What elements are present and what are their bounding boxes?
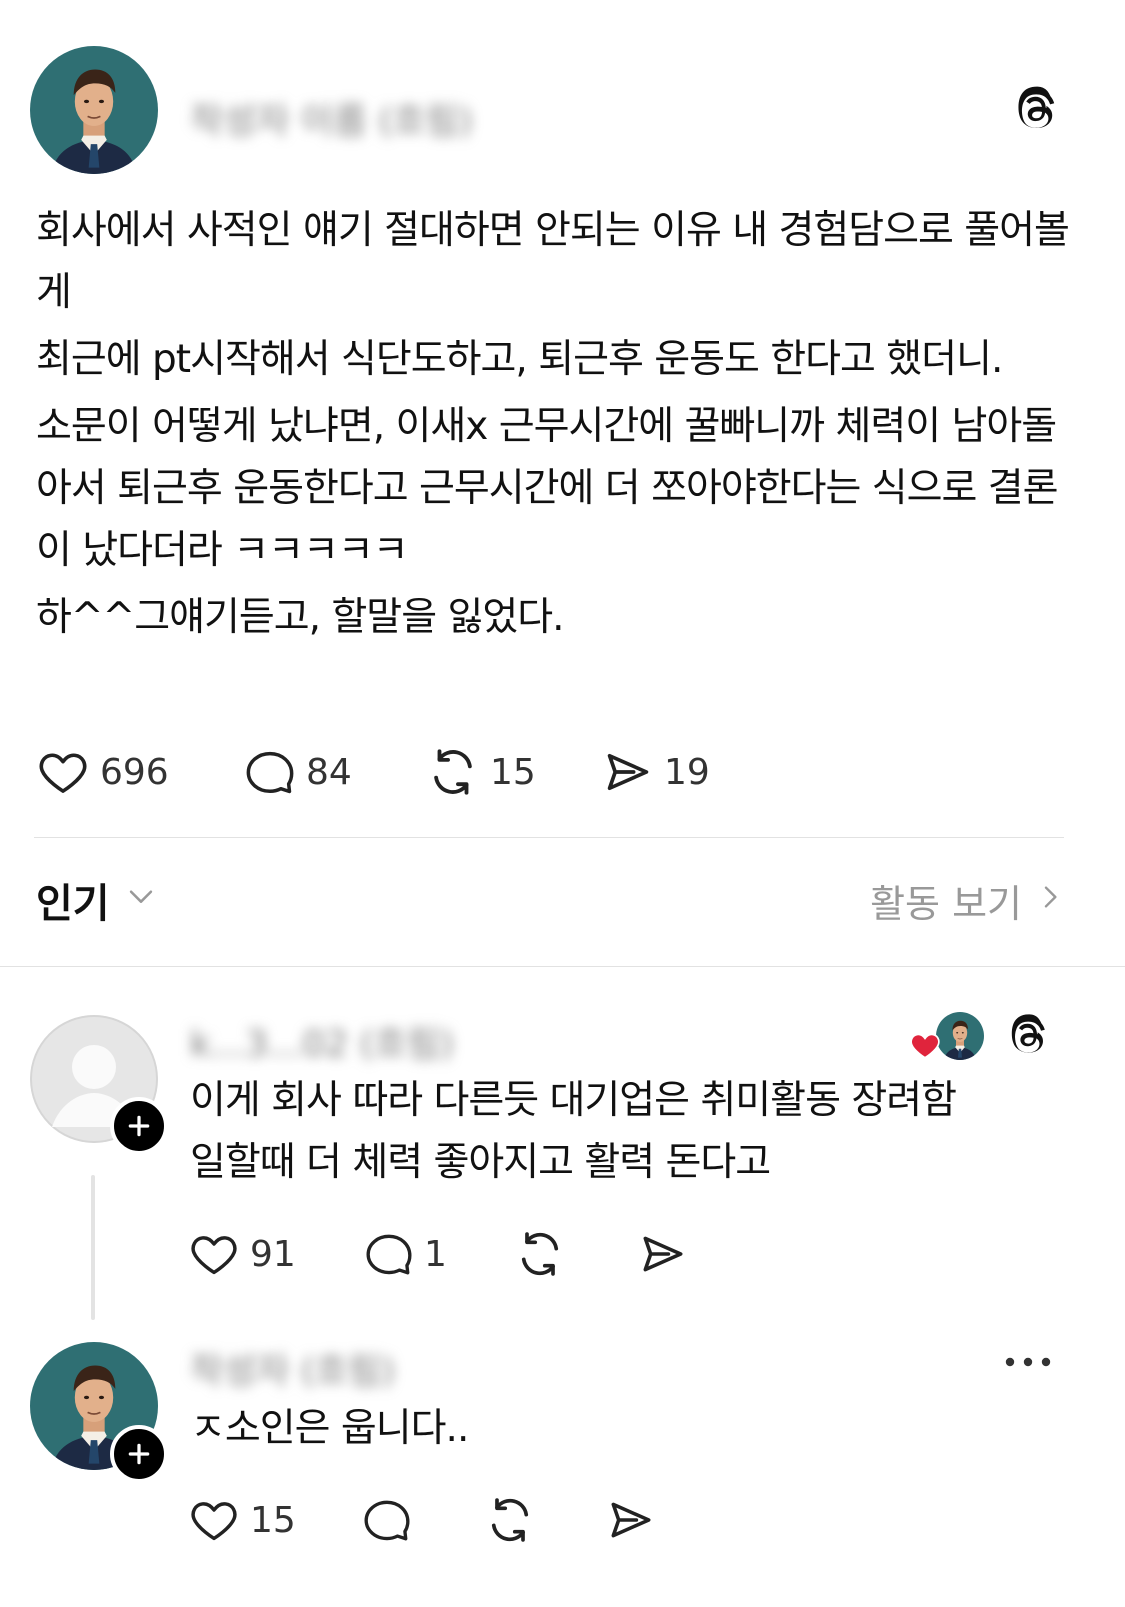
- reply-author-name[interactable]: k...3...02 (흐림): [190, 1015, 454, 1067]
- thread-line: [91, 1175, 95, 1320]
- replies-sort-bar: 인기 활동 보기: [36, 870, 1066, 930]
- like-button[interactable]: 91: [188, 1228, 364, 1280]
- heart-icon: [36, 745, 90, 799]
- share-button[interactable]: [606, 1495, 686, 1545]
- reply-actions: 15: [188, 1490, 686, 1550]
- send-icon: [606, 1495, 656, 1545]
- repost-count: 15: [490, 751, 536, 793]
- divider: [34, 837, 1064, 838]
- heart-icon: [188, 1494, 240, 1546]
- sort-dropdown[interactable]: 인기: [36, 871, 158, 929]
- send-icon: [638, 1229, 688, 1279]
- comment-bubble-icon: [364, 1229, 414, 1279]
- follow-plus-button[interactable]: [110, 1097, 168, 1155]
- reply-line: 이게 회사 따라 다른듯 대기업은 취미활동 장려함: [190, 1078, 957, 1123]
- post-paragraph: 회사에서 사적인 얘기 절대하면 안되는 이유 내 경험담으로 풀어볼게: [36, 208, 1070, 315]
- comment-count: 84: [306, 751, 352, 793]
- like-count: 15: [250, 1499, 296, 1541]
- send-icon: [602, 746, 654, 798]
- share-button[interactable]: 19: [602, 746, 752, 798]
- like-count: 696: [100, 751, 169, 793]
- threads-logo-icon[interactable]: [1010, 84, 1062, 136]
- threads-logo-icon[interactable]: [1004, 1012, 1052, 1060]
- post-author-avatar[interactable]: [30, 46, 158, 174]
- post-paragraph: 최근에 pt시작해서 식단도하고, 퇴근후 운동도 한다고 했더니.: [36, 337, 1003, 382]
- more-dots-icon[interactable]: [1002, 1348, 1054, 1376]
- comment-count: 1: [424, 1233, 447, 1275]
- liked-by-author-badge: [908, 1012, 982, 1062]
- view-activity-link[interactable]: 활동 보기: [870, 873, 1066, 928]
- follow-plus-button[interactable]: [110, 1425, 168, 1483]
- like-button[interactable]: 696: [36, 745, 244, 799]
- reply-body: ㅈ소인은 웁니다..: [190, 1406, 469, 1451]
- section-divider: [0, 966, 1125, 967]
- share-count: 19: [664, 751, 710, 793]
- post-actions: 696 84 15 19: [36, 742, 752, 802]
- repost-button[interactable]: [514, 1228, 638, 1280]
- repost-button[interactable]: 15: [426, 745, 602, 799]
- red-heart-icon: [908, 1028, 942, 1066]
- comment-button[interactable]: 84: [244, 746, 426, 798]
- repost-icon: [514, 1228, 566, 1280]
- sort-label: 인기: [36, 881, 110, 927]
- comment-button[interactable]: 1: [364, 1229, 514, 1279]
- post-body: 회사에서 사적인 얘기 절대하면 안되는 이유 내 경험담으로 풀어볼게 최근에…: [36, 200, 1076, 654]
- activity-label: 활동 보기: [870, 881, 1022, 926]
- like-count: 91: [250, 1233, 296, 1275]
- reply-body: 이게 회사 따라 다른듯 대기업은 취미활동 장려함 일할때 더 체력 좋아지고…: [190, 1070, 1070, 1194]
- repost-icon: [484, 1494, 536, 1546]
- heart-icon: [188, 1228, 240, 1280]
- comment-bubble-icon: [244, 746, 296, 798]
- chevron-down-icon: [124, 877, 158, 923]
- reply-author-name[interactable]: 작성자 (흐림): [190, 1342, 395, 1394]
- reply-actions: 91 1: [188, 1224, 718, 1284]
- chevron-right-icon: [1034, 878, 1066, 922]
- repost-icon: [426, 745, 480, 799]
- share-button[interactable]: [638, 1229, 718, 1279]
- comment-bubble-icon: [362, 1495, 412, 1545]
- repost-button[interactable]: [484, 1494, 606, 1546]
- reply-line: 일할때 더 체력 좋아지고 활력 돈다고: [190, 1140, 771, 1185]
- like-button[interactable]: 15: [188, 1494, 362, 1546]
- post-paragraph: 하^^그얘기듣고, 할말을 잃었다.: [36, 595, 565, 640]
- post-author-name[interactable]: 작성자 이름 (흐림): [190, 92, 473, 144]
- post-paragraph: 소문이 어떻게 났냐면, 이새x 근무시간에 꿀빠니까 체력이 남아돌아서 퇴근…: [36, 404, 1059, 573]
- comment-button[interactable]: [362, 1495, 484, 1545]
